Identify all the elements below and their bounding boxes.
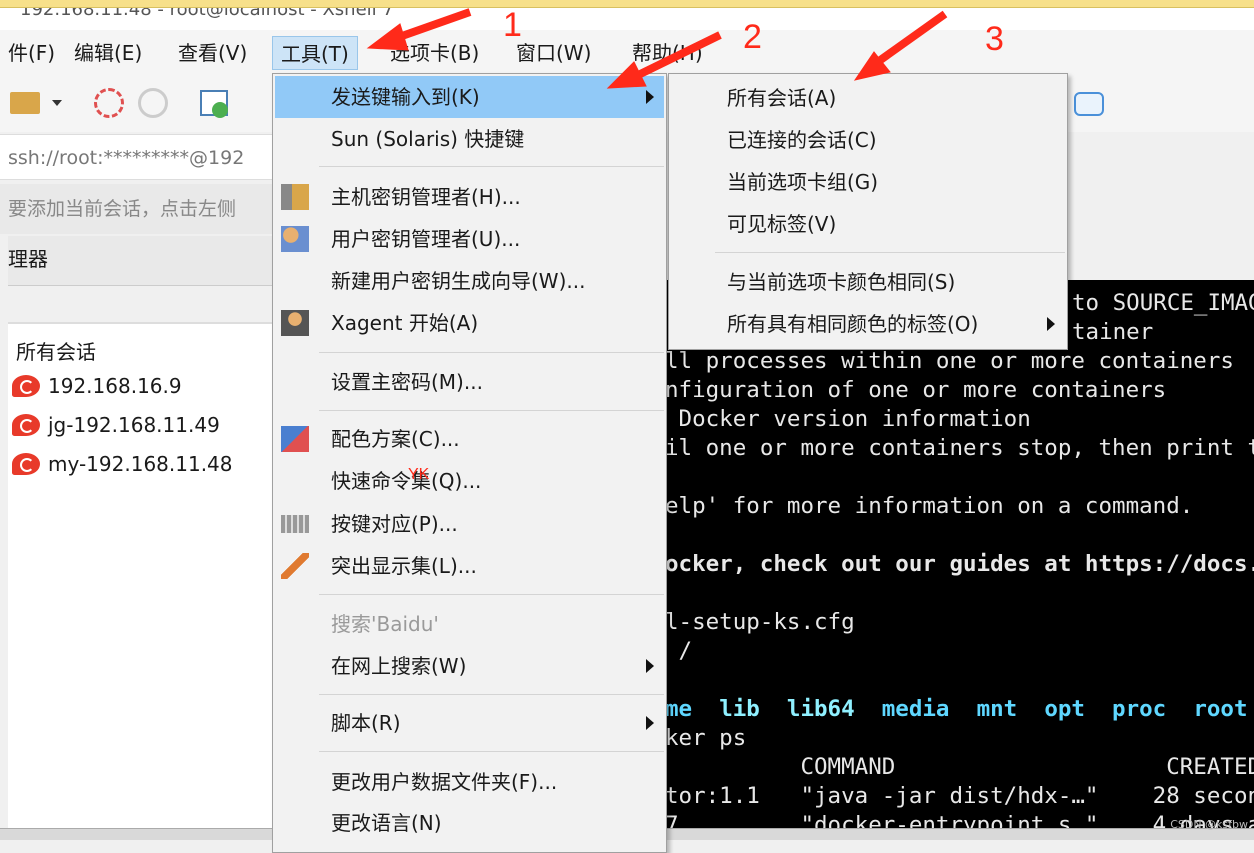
- arrow-1-head: [366, 23, 409, 51]
- yk-mark: YK: [408, 466, 430, 483]
- arrow-3: [869, 10, 948, 70]
- step-2-label: 2: [743, 18, 762, 56]
- annotation-arrows: [366, 8, 948, 89]
- step-3-label: 3: [985, 20, 1004, 58]
- step-1-label: 1: [503, 6, 522, 44]
- arrow-2: [626, 31, 722, 84]
- arrow-2-head: [606, 61, 647, 89]
